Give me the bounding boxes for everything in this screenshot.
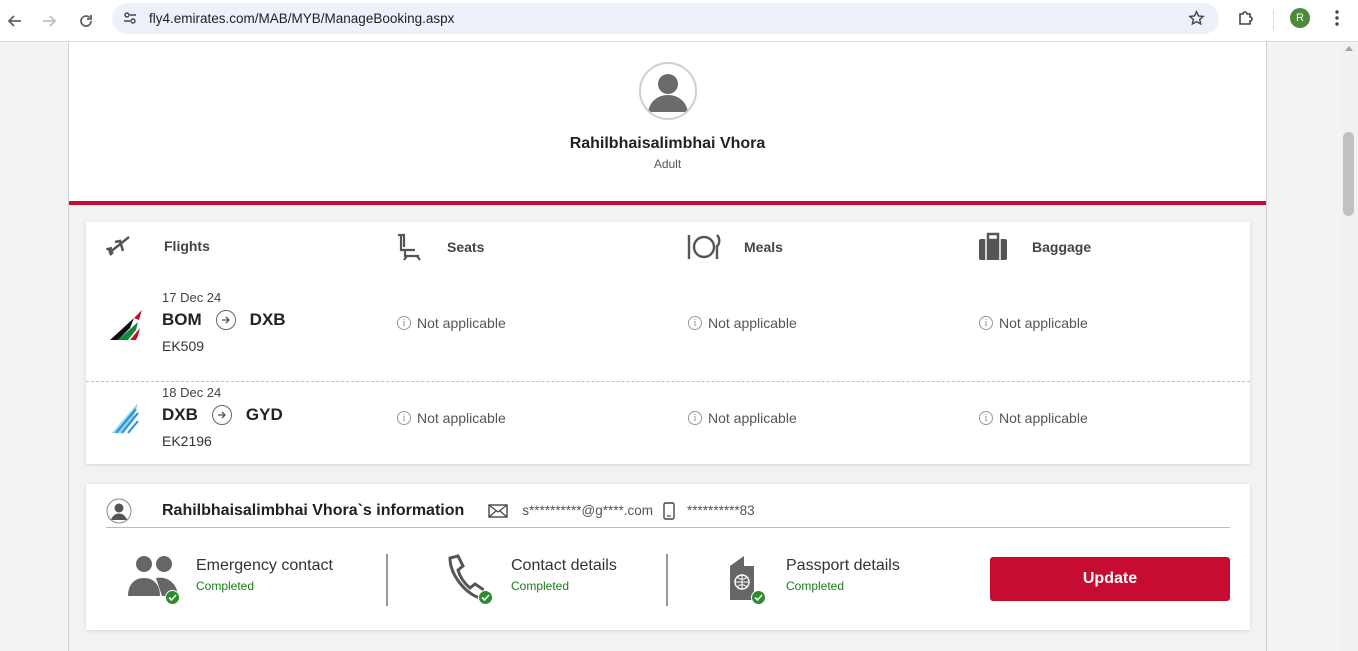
baggage-icon (979, 232, 1007, 260)
seat-icon (398, 233, 421, 261)
masked-phone: **********83 (663, 501, 755, 520)
meals-column-header: Meals (686, 232, 783, 262)
people-icon (126, 554, 182, 605)
destination-code: GYD (245, 405, 283, 424)
contact-details-status[interactable]: Contact details Completed (444, 554, 617, 605)
flight-date: 17 Dec 24 (162, 290, 222, 305)
arrow-left-icon (7, 15, 21, 27)
check-circle-icon (478, 590, 493, 605)
divider (666, 554, 668, 606)
emergency-contact-status-text: Completed (196, 579, 255, 593)
contact-details-status-text: Completed (511, 579, 570, 593)
flight-number: EK2196 (162, 433, 212, 449)
flight-number: EK509 (162, 338, 205, 354)
toolbar-divider (1273, 10, 1274, 30)
phone-value: **********83 (687, 503, 755, 518)
browser-toolbar: fly4.emirates.com/MAB/MYB/ManageBooking.… (0, 0, 1358, 42)
seats-column-header: Seats (395, 232, 484, 262)
mobile-phone-icon (663, 501, 675, 520)
update-button[interactable]: Update (990, 557, 1230, 601)
phone-handset-icon (444, 554, 494, 605)
emergency-contact-label: Emergency contact (196, 557, 333, 574)
meals-label: Meals (744, 239, 783, 255)
email-value: s**********@g****.com (522, 503, 654, 518)
emergency-contact-status[interactable]: Emergency contact Completed (126, 554, 333, 605)
passport-details-status-text: Completed (786, 579, 845, 593)
check-circle-icon (165, 590, 180, 605)
seats-label: Seats (447, 239, 485, 255)
passport-details-label: Passport details (786, 557, 900, 574)
airplane-icon (106, 236, 130, 256)
seats-value: Not applicable (417, 315, 506, 331)
url-text[interactable]: fly4.emirates.com/MAB/MYB/ManageBooking.… (149, 11, 454, 26)
reload-icon (80, 15, 92, 27)
origin-code: DXB (162, 405, 198, 424)
forward-button[interactable] (36, 8, 62, 34)
passport-details-status[interactable]: Passport details Completed (726, 554, 900, 605)
baggage-status: i Not applicable (979, 410, 1088, 426)
flydubai-tail-icon (112, 403, 139, 434)
plate-cutlery-icon (687, 234, 721, 259)
meals-value: Not applicable (708, 410, 797, 426)
origin-code: BOM (162, 310, 202, 329)
services-card: Flights Seats Meals Baggage 17 Dec 24 BO… (86, 222, 1250, 464)
flight-row: 18 Dec 24 DXB GYD EK2196 i Not applicable… (86, 383, 1250, 477)
profile-avatar[interactable]: R (1290, 8, 1310, 28)
passenger-name: Rahilbhaisalimbhai Vhora (569, 135, 766, 152)
info-icon: i (979, 316, 993, 330)
info-icon: i (397, 411, 411, 425)
information-header: Rahilbhaisalimbhai Vhora`s information s… (106, 494, 1230, 528)
baggage-label: Baggage (1032, 239, 1092, 255)
page-scrollbar[interactable] (1341, 42, 1358, 651)
flight-route: DXB GYD (162, 405, 283, 425)
contact-details-label: Contact details (511, 557, 617, 574)
passenger-header: Rahilbhaisalimbhai Vhora Adult (69, 42, 1266, 205)
masked-email: s**********@g****.com (488, 503, 653, 518)
emirates-tail-icon (110, 310, 142, 340)
user-circle-icon (106, 498, 132, 523)
back-button[interactable] (2, 8, 28, 34)
scroll-thumb[interactable] (1343, 132, 1354, 216)
destination-code: DXB (249, 310, 286, 329)
divider (386, 554, 388, 606)
booking-panel: Rahilbhaisalimbhai Vhora Adult Flights S… (68, 42, 1267, 651)
info-icon: i (397, 316, 411, 330)
passenger-type: Adult (653, 157, 682, 171)
envelope-icon (488, 503, 508, 518)
extensions-puzzle-icon[interactable] (1236, 8, 1256, 28)
route-arrow-icon (215, 310, 236, 330)
arrow-right-icon (43, 15, 57, 27)
seats-value: Not applicable (417, 410, 506, 426)
flights-label: Flights (164, 238, 210, 254)
scroll-up-arrow-icon[interactable] (1345, 46, 1353, 51)
baggage-value: Not applicable (999, 410, 1088, 426)
passport-icon (726, 554, 770, 605)
bookmark-star-icon[interactable] (1188, 10, 1205, 27)
passenger-avatar-icon (639, 62, 697, 120)
check-circle-icon (751, 590, 766, 605)
meals-status: i Not applicable (688, 315, 797, 331)
flight-date: 18 Dec 24 (162, 385, 222, 400)
seats-status: i Not applicable (397, 410, 506, 426)
route-arrow-icon (211, 405, 232, 425)
seats-status: i Not applicable (397, 315, 506, 331)
kebab-menu-icon[interactable] (1327, 8, 1347, 28)
meals-value: Not applicable (708, 315, 797, 331)
info-icon: i (688, 316, 702, 330)
info-icon: i (688, 411, 702, 425)
meals-status: i Not applicable (688, 410, 797, 426)
passenger-information-card: Rahilbhaisalimbhai Vhora`s information s… (86, 484, 1250, 630)
info-icon: i (979, 411, 993, 425)
baggage-column-header: Baggage (978, 232, 1091, 262)
baggage-value: Not applicable (999, 315, 1088, 331)
flight-row: 17 Dec 24 BOM DXB EK509 i Not applicable … (86, 288, 1250, 382)
site-settings-icon[interactable] (122, 10, 138, 26)
flights-column-header: Flights (106, 232, 210, 260)
flight-route: BOM DXB (162, 310, 286, 330)
reload-button[interactable] (73, 8, 99, 34)
address-bar[interactable]: fly4.emirates.com/MAB/MYB/ManageBooking.… (112, 3, 1219, 34)
information-title: Rahilbhaisalimbhai Vhora`s information (162, 501, 465, 519)
baggage-status: i Not applicable (979, 315, 1088, 331)
